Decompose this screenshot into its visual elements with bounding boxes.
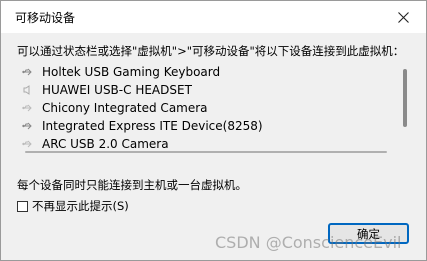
dont-show-again-option[interactable]: 不再显示此提示(S) [17, 198, 129, 214]
horizontal-scrollbar[interactable] [25, 151, 387, 153]
list-item-device[interactable]: HUAWEI USB-C HEADSET [21, 81, 192, 99]
info-text: 每个设备同时只能连接到主机或一台虚拟机。 [17, 178, 247, 192]
usb-icon [21, 119, 35, 133]
dialog-title: 可移动设备 [15, 11, 76, 25]
device-label: Holtek USB Gaming Keyboard [42, 65, 221, 79]
device-label: Chicony Integrated Camera [42, 101, 208, 115]
dont-show-again-checkbox[interactable] [17, 200, 28, 212]
list-item-device[interactable]: Chicony Integrated Camera [21, 99, 208, 117]
vertical-scrollbar[interactable] [403, 69, 407, 127]
device-label: HUAWEI USB-C HEADSET [42, 83, 192, 97]
dont-show-again-label[interactable]: 不再显示此提示(S) [32, 198, 129, 214]
watermark: CSDN @ConscienceEvil [215, 233, 402, 252]
close-button[interactable] [380, 1, 426, 33]
removable-devices-dialog: 可移动设备 可以通过状态栏或选择"虚拟机">"可移动设备"将以下设备连接到此虚拟… [0, 0, 427, 261]
device-label: Integrated Express ITE Device(8258) [42, 119, 263, 133]
instruction-text: 可以通过状态栏或选择"虚拟机">"可移动设备"将以下设备连接到此虚拟机： [17, 44, 405, 58]
usb-icon [21, 101, 35, 115]
list-item-device[interactable]: Holtek USB Gaming Keyboard [21, 63, 220, 81]
audio-icon [21, 83, 35, 97]
close-icon [397, 11, 409, 23]
device-label: ARC USB 2.0 Camera [42, 137, 169, 151]
usb-icon [21, 65, 35, 79]
usb-icon [21, 137, 35, 151]
list-item-device[interactable]: Integrated Express ITE Device(8258) [21, 117, 263, 135]
title-bar: 可移动设备 [1, 1, 426, 33]
device-list[interactable]: Holtek USB Gaming Keyboard HUAWEI USB-C … [17, 59, 411, 155]
